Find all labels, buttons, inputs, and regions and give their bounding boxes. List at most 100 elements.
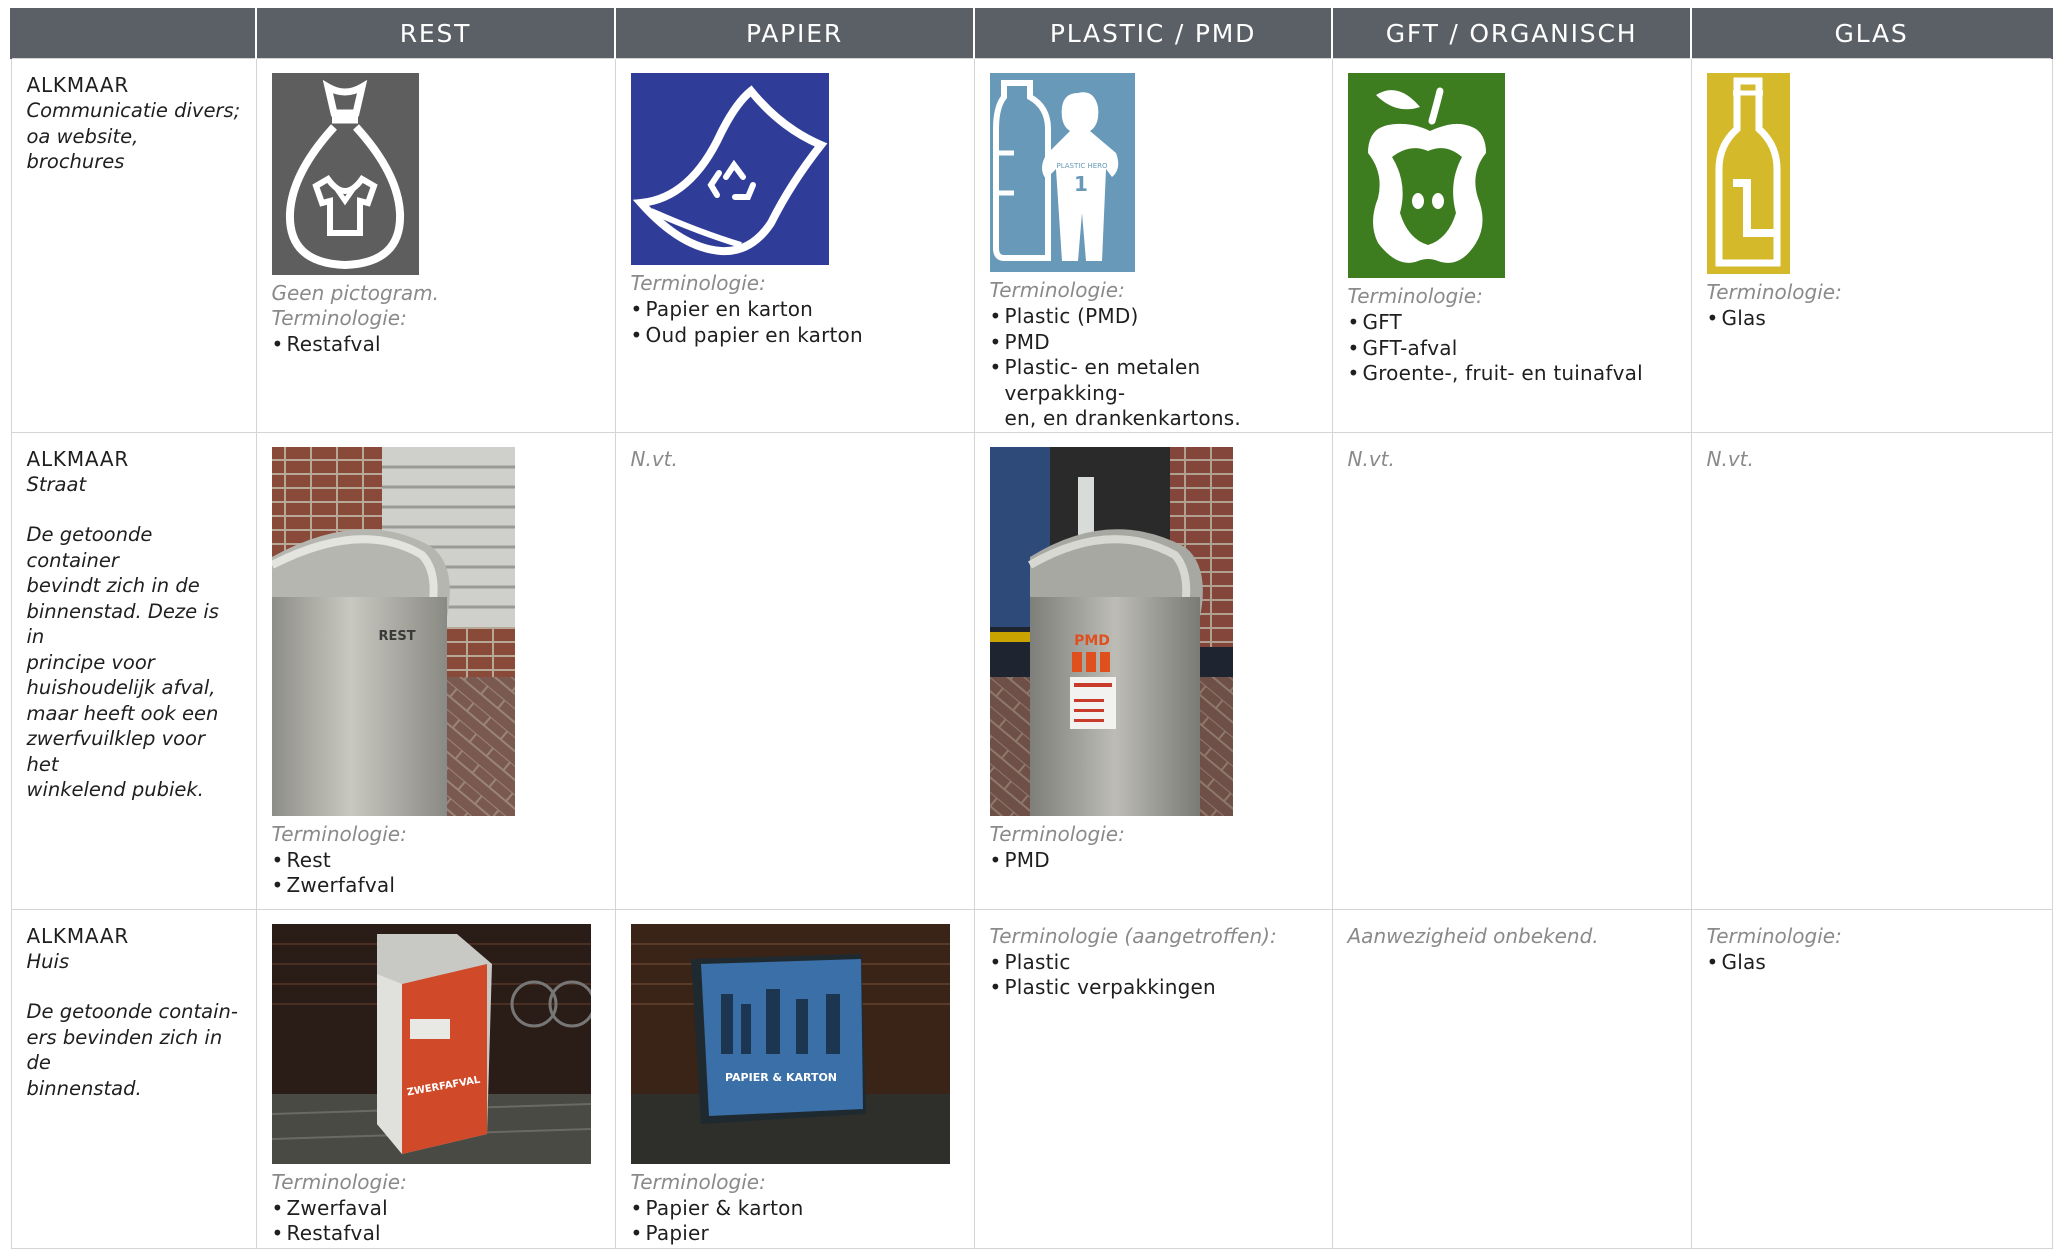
list-item: Zwerfafval (272, 873, 601, 899)
terminology-list: Rest Zwerfafval (272, 848, 601, 899)
terminology-list: PMD (990, 848, 1318, 874)
list-item: Oud papier en karton (631, 323, 960, 349)
cell-rest: Geen pictogram. Terminologie: Restafval (255, 58, 616, 433)
terminology-list: Papier & karton Papier (631, 1196, 960, 1247)
row-huis: ALKMAAR Huis De getoonde contain- ers be… (10, 908, 2053, 1249)
row-subtitle: Huis (26, 949, 70, 973)
list-item: GFT-afval (1348, 336, 1677, 362)
cell-gft: N.vt. (1331, 431, 1692, 910)
terminology-list: Plastic (PMD) PMD Plastic- en metalen ve… (990, 304, 1318, 432)
row-description: De getoonde container bevindt zich in de… (27, 522, 242, 803)
list-item: Papier & karton (631, 1196, 960, 1222)
container-zwerfafval-photo: ZWERFAFVAL (271, 923, 591, 1164)
hero-label: PLASTIC HERO (1056, 162, 1108, 170)
container-papier-karton-photo: PAPIER & KARTON (630, 923, 950, 1164)
description-line: De getoonde contain- (26, 1000, 238, 1023)
list-item: Plastic verpakkingen (990, 975, 1318, 1001)
list-item: Plastic- en metalen verpakking- en, en d… (990, 355, 1318, 432)
terminology-label: Terminologie: (630, 271, 766, 295)
street-bin-pmd-photo: PMD (989, 446, 1233, 816)
cell-plastic-pmd: PMD Terminologie: PMD (973, 431, 1333, 910)
hero-number: 1 (1074, 172, 1088, 196)
terminology-label: Terminologie: (630, 1169, 766, 1194)
waste-terminology-table: REST PAPIER PLASTIC / PMD GFT / ORGANISC… (10, 8, 2053, 1249)
terminology-label: Terminologie: (1347, 284, 1483, 308)
terminology-label: Terminologie: (1706, 923, 1842, 948)
cell-rest: ZWERFAFVAL Terminologie: Zwerfaval Resta… (255, 908, 616, 1249)
header-rest: REST (255, 8, 616, 59)
description-line: zwerfvuilklep voor het (26, 727, 206, 776)
description-line: binnenstad. (26, 1076, 142, 1100)
header-empty (10, 8, 257, 59)
bin-label: PMD (1074, 633, 1110, 649)
container-label: PAPIER & KARTON (724, 1071, 836, 1084)
row-straat: ALKMAAR Straat De getoonde container bev… (10, 431, 2053, 910)
list-item: Glas (1707, 306, 2038, 332)
list-item: Restafval (272, 1221, 601, 1247)
terminology-list: Restafval (272, 332, 601, 358)
terminology-list: Plastic Plastic verpakkingen (990, 950, 1318, 1001)
terminology-label: Terminologie: (271, 821, 407, 846)
glass-bottle-icon (1706, 73, 1790, 274)
location-label: ALKMAAR (26, 73, 130, 97)
list-item: Plastic (PMD) (990, 304, 1318, 330)
cell-gft: Terminologie: GFT GFT-afval Groente-, fr… (1331, 58, 1692, 433)
header-plastic-pmd: PLASTIC / PMD (973, 8, 1333, 59)
list-item: Glas (1707, 950, 2038, 976)
terminology-label: Terminologie: (271, 306, 407, 330)
terminology-list: Zwerfaval Restafval (272, 1196, 601, 1247)
street-bin-rest-photo: REST (271, 446, 515, 816)
list-item: Papier en karton (631, 297, 960, 323)
plastic-bottle-hero-icon: PLASTIC HERO 1 (989, 73, 1135, 272)
description-line: huishoudelijk afval, (26, 676, 216, 699)
list-item: Groente-, fruit- en tuinafval (1348, 361, 1677, 387)
terminology-label: Terminologie: (989, 821, 1125, 846)
list-item: PMD (990, 330, 1318, 356)
list-item: Plastic (990, 950, 1318, 976)
description-line: winkelend pubiek. (26, 778, 204, 801)
row-communicatie: ALKMAAR Communicatie divers; oa website,… (10, 58, 2053, 433)
description-line: bevindt zich in de (26, 574, 200, 597)
apple-core-icon (1347, 73, 1505, 278)
trash-bag-shirt-icon (271, 73, 419, 275)
note-text: Geen pictogram. (271, 281, 439, 305)
cell-glas: Terminologie: Glas (1690, 908, 2053, 1249)
cell-papier: Terminologie: Papier en karton Oud papie… (614, 58, 975, 433)
terminology-label: Terminologie: (989, 278, 1125, 302)
not-applicable-text: N.vt. (630, 446, 678, 471)
list-item: Rest (272, 848, 601, 874)
terminology-list: GFT GFT-afval Groente-, fruit- en tuinaf… (1348, 310, 1677, 387)
row-subtitle: oa website, brochures (26, 124, 139, 174)
list-item: GFT (1348, 310, 1677, 336)
description-line: ers bevinden zich in de (26, 1025, 223, 1075)
cell-plastic-pmd: PLASTIC HERO 1 Terminologie: Plastic (PM… (973, 58, 1333, 433)
row-description: De getoonde contain- ers bevinden zich i… (27, 999, 242, 1101)
list-item: PMD (990, 848, 1318, 874)
header-row: REST PAPIER PLASTIC / PMD GFT / ORGANISC… (10, 8, 2053, 59)
bin-label: REST (378, 629, 415, 644)
description-line: binnenstad. Deze is in (26, 599, 219, 649)
row-subtitle: Communicatie divers; (26, 99, 241, 122)
cell-plastic-pmd: Terminologie (aangetroffen): Plastic Pla… (973, 908, 1333, 1249)
header-papier: PAPIER (614, 8, 975, 59)
list-item: Restafval (272, 332, 601, 358)
cell-glas: N.vt. (1690, 431, 2053, 910)
description-line: De getoonde container (26, 523, 153, 572)
terminology-list: Glas (1707, 950, 2038, 976)
terminology-label: Terminologie: (271, 1169, 407, 1194)
list-item: Papier (631, 1221, 960, 1247)
terminology-list: Glas (1707, 306, 2038, 332)
location-label: ALKMAAR (26, 923, 130, 948)
row-subtitle: Straat (26, 472, 87, 496)
row-label-cell: ALKMAAR Communicatie divers; oa website,… (10, 58, 257, 433)
description-line: maar heeft ook een (26, 701, 219, 725)
terminology-label: Terminologie (aangetroffen): (989, 923, 1277, 948)
terminology-label: Terminologie: (1706, 280, 1842, 304)
not-applicable-text: N.vt. (1347, 446, 1395, 471)
location-label: ALKMAAR (26, 446, 130, 471)
row-label-cell: ALKMAAR Straat De getoonde container bev… (10, 431, 257, 910)
cell-papier: N.vt. (614, 431, 975, 910)
cell-gft: Aanwezigheid onbekend. (1331, 908, 1692, 1249)
paper-recycle-icon (630, 73, 829, 265)
header-glas: GLAS (1690, 8, 2053, 59)
